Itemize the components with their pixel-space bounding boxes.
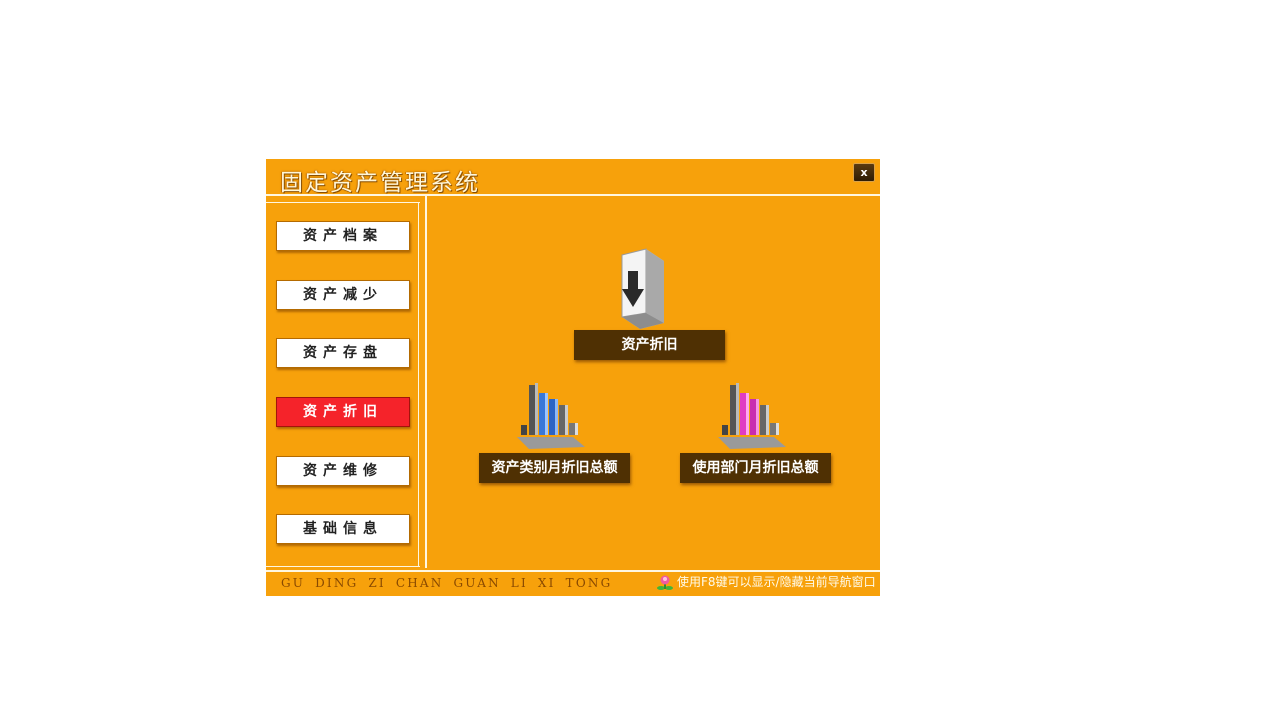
tile-category-monthly-depreciation[interactable]: 资产类别月折旧总额 — [479, 453, 630, 483]
sidebar-divider — [425, 196, 427, 568]
footer-hint-text: 使用F8键可以显示/隐藏当前导航窗口 — [677, 575, 876, 589]
pink-bar-chart-icon[interactable] — [716, 379, 788, 451]
window-title: 固定资产管理系统 — [280, 170, 480, 196]
title-bar: 固定资产管理系统 x — [266, 159, 880, 196]
nav-asset-inventory-button[interactable]: 资产存盘 — [276, 338, 410, 368]
sidebar-frame-right — [418, 202, 419, 567]
tile-asset-depreciation[interactable]: 资产折旧 — [574, 330, 725, 360]
footer-divider — [266, 570, 880, 572]
app-window: 固定资产管理系统 x 资产档案 资产减少 资产存盘 资产折旧 资产维修 基础信息… — [266, 159, 880, 596]
download-folder-icon[interactable] — [616, 247, 672, 329]
nav-asset-repair-button[interactable]: 资产维修 — [276, 456, 410, 486]
blue-bar-chart-icon[interactable] — [515, 379, 587, 451]
nav-asset-archive-button[interactable]: 资产档案 — [276, 221, 410, 251]
flower-icon — [657, 575, 673, 590]
tile-department-monthly-depreciation[interactable]: 使用部门月折旧总额 — [680, 453, 831, 483]
sidebar-frame-bottom — [266, 566, 420, 567]
footer-hint: 使用F8键可以显示/隐藏当前导航窗口 — [656, 573, 876, 592]
title-divider — [266, 194, 880, 196]
footer-pinyin: GU DING ZI CHAN GUAN LI XI TONG — [281, 576, 613, 590]
sidebar-frame-top — [266, 202, 420, 203]
nav-asset-depreciation-button[interactable]: 资产折旧 — [276, 397, 410, 427]
nav-basic-info-button[interactable]: 基础信息 — [276, 514, 410, 544]
nav-asset-reduce-button[interactable]: 资产减少 — [276, 280, 410, 310]
close-button[interactable]: x — [853, 163, 875, 182]
